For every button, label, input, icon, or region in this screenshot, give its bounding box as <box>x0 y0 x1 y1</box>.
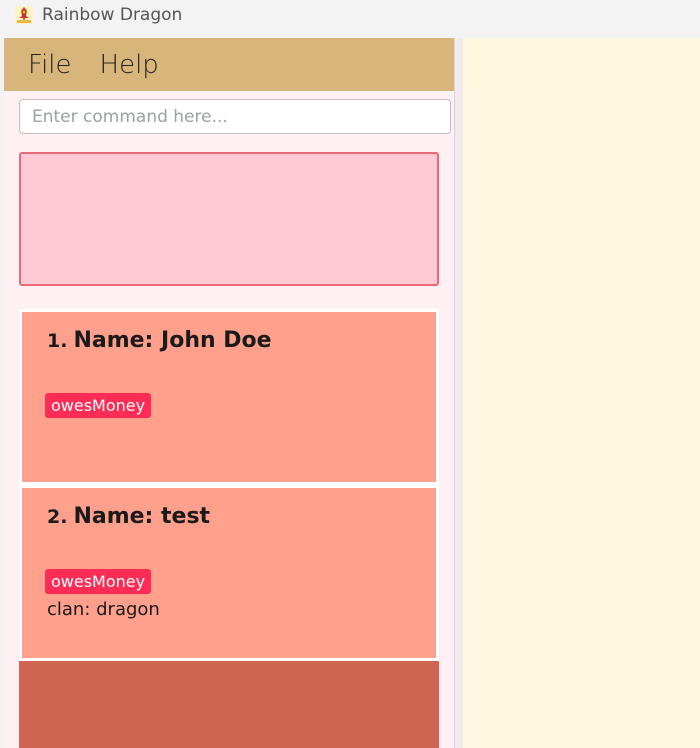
menu-help[interactable]: Help <box>100 50 159 80</box>
person-card-1[interactable]: 1. Name: John Doe owesMoney <box>22 312 436 482</box>
person-clan: clan: dragon <box>47 599 160 620</box>
dragon-icon <box>15 6 33 24</box>
person-card-2[interactable]: 2. Name: test owesMoney clan: dragon <box>22 488 436 658</box>
person-index: 1. <box>47 330 68 352</box>
person-name: Name: test <box>73 504 211 529</box>
person-index: 2. <box>47 506 68 528</box>
result-display <box>19 152 439 286</box>
right-pane <box>463 38 700 748</box>
command-input[interactable] <box>19 99 451 134</box>
person-name: Name: John Doe <box>73 328 272 353</box>
pane-splitter[interactable] <box>454 38 463 748</box>
title-bar: Rainbow Dragon <box>0 0 700 30</box>
person-card-header: 1. Name: John Doe <box>47 328 272 353</box>
tag-badge: owesMoney <box>45 393 152 418</box>
menu-bar: File Help <box>4 38 454 91</box>
left-pane: File Help 1. Name: John Doe owesMoney 2.… <box>4 38 454 748</box>
person-list[interactable]: 1. Name: John Doe owesMoney 2. Name: tes… <box>19 309 439 748</box>
person-card-header: 2. Name: test <box>47 504 210 529</box>
person-card-partial[interactable] <box>19 661 439 748</box>
menu-file[interactable]: File <box>28 50 72 80</box>
window-title: Rainbow Dragon <box>42 5 183 25</box>
tag-badge: owesMoney <box>45 569 152 594</box>
